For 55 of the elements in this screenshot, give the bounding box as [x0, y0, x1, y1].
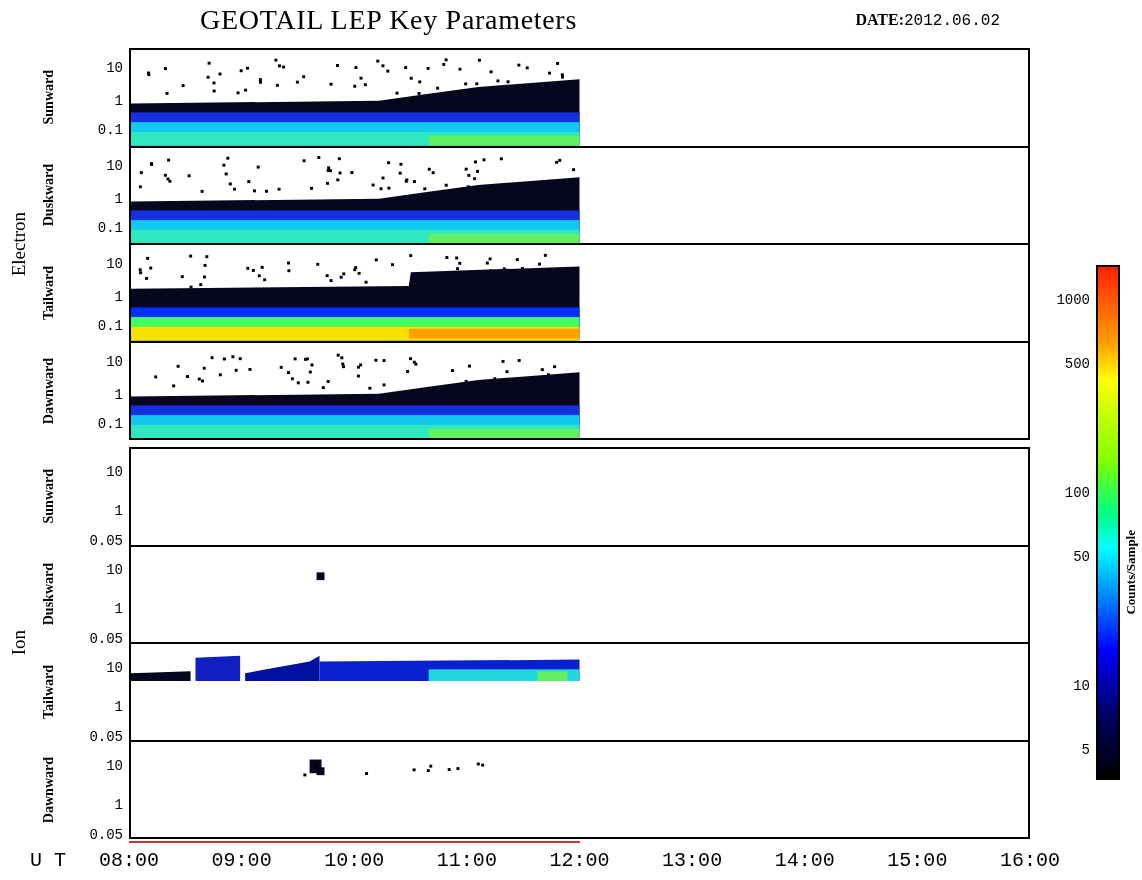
y-tick-label: 0.05: [89, 534, 123, 549]
x-tick-label: 10:00: [324, 851, 385, 871]
y-tick-label: 0.1: [97, 319, 123, 334]
group-label: Ion: [6, 630, 30, 656]
plot-title: GEOTAIL LEP Key Parameters: [200, 3, 577, 37]
y-tick-label: 10: [106, 660, 123, 675]
y-tick-label: 0.1: [97, 221, 123, 236]
y-tick-label: 0.05: [89, 632, 123, 647]
x-tick-label: 12:00: [549, 851, 610, 871]
group-label: Electron: [6, 211, 30, 277]
x-tick-label: 09:00: [211, 851, 272, 871]
y-tick-label: 1: [114, 503, 123, 518]
x-tick-label: 14:00: [774, 851, 835, 871]
y-tick-label: 1: [114, 93, 123, 108]
panel-label: Tailward: [39, 266, 57, 320]
panel-label: Duskward: [39, 562, 57, 626]
y-tick-label: 1: [114, 601, 123, 616]
date-label: DATE:: [855, 9, 904, 30]
y-tick-label: 0.1: [97, 417, 123, 432]
colorbar-tick-label: 10: [1073, 678, 1090, 693]
panel-label: Dawnward: [39, 756, 57, 824]
y-tick-label: 10: [106, 464, 123, 479]
x-tick-label: 08:00: [99, 851, 159, 871]
panel-label: Tailward: [39, 665, 57, 719]
y-tick-label: 1: [114, 289, 123, 304]
y-tick-label: 10: [106, 758, 123, 773]
x-tick-label: 13:00: [662, 851, 723, 871]
panel-label: Dawnward: [39, 357, 57, 425]
y-tick-label: 10: [106, 354, 123, 369]
x-axis-label: U T: [30, 851, 66, 871]
y-tick-label: 10: [106, 256, 123, 271]
colorbar-tick-label: 500: [1064, 357, 1090, 372]
y-tick-label: 1: [114, 191, 123, 206]
spectrogram-drawing: [316, 571, 325, 580]
colorbar-label: Counts/Sample: [1122, 530, 1140, 615]
date-value: 2012.06.02: [904, 10, 1000, 32]
y-tick-label: 1: [114, 797, 123, 812]
y-tick-label: 0.05: [89, 828, 123, 843]
y-tick-label: 10: [106, 158, 123, 173]
colorbar-tick-label: 5: [1081, 743, 1090, 758]
panel-label: Sunward: [39, 468, 57, 524]
y-tick-label: 10: [106, 562, 123, 577]
panel-label: Duskward: [39, 163, 57, 227]
y-tick-label: 1: [114, 387, 123, 402]
y-tick-label: 1: [114, 699, 123, 714]
y-tick-label: 10: [106, 60, 123, 75]
panel-label: Sunward: [39, 69, 57, 125]
colorbar-tick-label: 100: [1064, 485, 1090, 500]
colorbar-tick-label: 1000: [1056, 293, 1090, 307]
x-tick-label: 11:00: [436, 851, 497, 871]
x-tick-label: 15:00: [887, 851, 948, 871]
colorbar-tick-label: 50: [1073, 550, 1090, 564]
y-tick-label: 0.05: [89, 730, 123, 745]
y-tick-label: 0.1: [97, 123, 123, 138]
x-tick-label: 16:00: [1000, 851, 1060, 871]
